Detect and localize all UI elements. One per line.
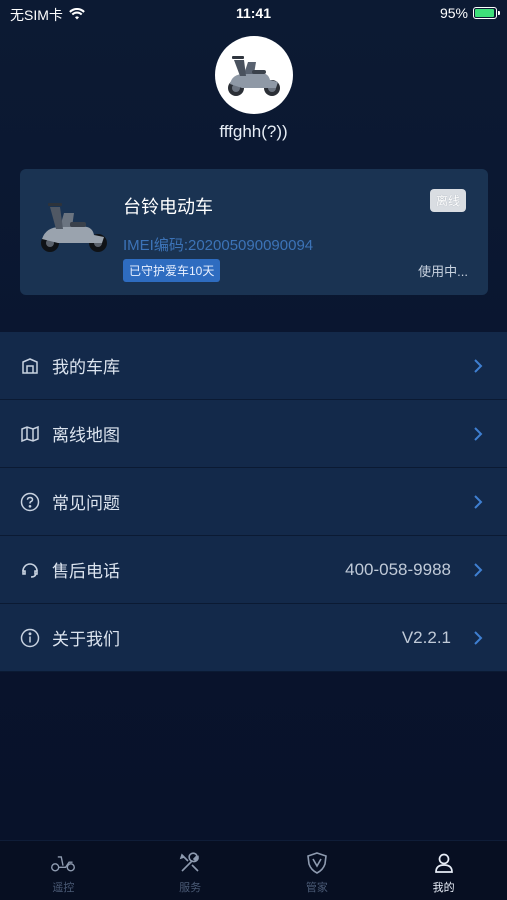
clock: 11:41: [235, 5, 272, 21]
menu-label: 我的车库: [52, 358, 120, 377]
vehicle-name: 台铃电动车: [123, 197, 213, 217]
username: fffghh(?)): [219, 122, 288, 141]
scooter-icon: [50, 851, 76, 875]
chevron-right-icon: [473, 358, 485, 374]
chevron-right-icon: [473, 426, 485, 442]
tab-label: 我的: [432, 882, 455, 894]
status-badge: 离线: [429, 189, 466, 212]
vehicle-card[interactable]: 台铃电动车 离线 IMEI编码:202005090090094 已守护爱车10天…: [20, 169, 488, 295]
menu-label: 售后电话: [52, 562, 120, 581]
menu-label: 关于我们: [52, 630, 120, 649]
question-icon: [20, 492, 40, 512]
imei-text: IMEI编码:202005090090094: [123, 237, 314, 254]
tools-icon: [177, 851, 203, 875]
vehicle-image: [36, 197, 112, 257]
usage-status: 使用中...: [418, 264, 468, 279]
guard-days-badge: 已守护爱车10天: [123, 259, 221, 282]
tab-service[interactable]: 服务: [127, 841, 254, 900]
status-right: 95%: [439, 5, 500, 21]
menu-label: 常见问题: [52, 494, 120, 513]
bottom-tab-bar: 遥控 服务 管家 我的: [0, 840, 507, 900]
tab-remote[interactable]: 遥控: [0, 841, 127, 900]
shield-icon: [304, 851, 330, 875]
app-version: V2.2.1: [401, 627, 451, 647]
menu-item-faq[interactable]: 常见问题: [0, 468, 507, 536]
battery-percent: 95%: [439, 5, 468, 21]
battery-icon: [473, 7, 500, 19]
service-phone-number: 400-058-9988: [345, 559, 451, 579]
chevron-right-icon: [473, 562, 485, 578]
menu-item-about[interactable]: 关于我们 V2.2.1: [0, 604, 507, 672]
status-bar: 无SIM卡 11:41 95%: [0, 0, 507, 28]
chevron-right-icon: [473, 494, 485, 510]
avatar[interactable]: [215, 36, 293, 114]
tab-label: 遥控: [52, 882, 75, 894]
menu-item-service-phone[interactable]: 售后电话 400-058-9988: [0, 536, 507, 604]
tab-label: 服务: [179, 882, 202, 894]
menu-item-garage[interactable]: 我的车库: [0, 332, 507, 400]
info-icon: [20, 628, 40, 648]
settings-menu: 我的车库 离线地图 常见问题 售后电话 400-058-9988 关于我们 V2…: [0, 332, 507, 672]
map-icon: [20, 424, 40, 444]
garage-icon: [20, 356, 40, 376]
chevron-right-icon: [473, 630, 485, 646]
menu-item-offline-map[interactable]: 离线地图: [0, 400, 507, 468]
tab-butler[interactable]: 管家: [254, 841, 381, 900]
scooter-image: [228, 56, 280, 96]
headset-icon: [20, 560, 40, 580]
user-icon: [431, 851, 457, 875]
tab-label: 管家: [305, 882, 328, 894]
menu-label: 离线地图: [52, 426, 120, 445]
tab-mine[interactable]: 我的: [380, 841, 507, 900]
